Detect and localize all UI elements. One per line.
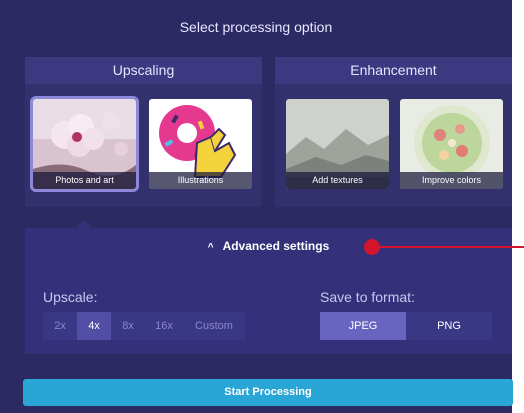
save-format-label: Save to format: xyxy=(320,289,415,305)
chevron-up-icon: ^ xyxy=(207,242,214,253)
format-option-png[interactable]: PNG xyxy=(406,312,492,340)
option-label: Illustrations xyxy=(149,172,252,189)
upscale-factor-selector: 2x 4x 8x 16x Custom xyxy=(43,312,245,340)
upscale-option-8x[interactable]: 8x xyxy=(111,312,145,340)
annotation-marker-line xyxy=(378,246,524,248)
option-label: Add textures xyxy=(286,172,389,189)
enhancement-header: Enhancement xyxy=(275,57,512,84)
processing-dialog: Select processing option Upscaling Photo… xyxy=(0,0,513,413)
start-processing-button[interactable]: Start Processing xyxy=(23,379,513,406)
option-illustrations[interactable]: Illustrations xyxy=(149,99,252,189)
format-option-jpeg[interactable]: JPEG xyxy=(320,312,406,340)
upscaling-header: Upscaling xyxy=(25,57,262,84)
upscale-option-4x[interactable]: 4x xyxy=(77,312,111,340)
advanced-panel-pointer xyxy=(76,220,92,228)
upscale-label: Upscale: xyxy=(43,289,98,305)
option-improve-colors[interactable]: Improve colors xyxy=(400,99,503,189)
option-label: Photos and art xyxy=(33,172,136,189)
enhancement-section: Enhancement Add textures Improve colors xyxy=(275,57,512,207)
advanced-settings-label: Advanced settings xyxy=(222,239,330,253)
option-label: Improve colors xyxy=(400,172,503,189)
save-format-selector: JPEG PNG xyxy=(320,312,492,340)
option-add-textures[interactable]: Add textures xyxy=(286,99,389,189)
upscale-option-16x[interactable]: 16x xyxy=(145,312,183,340)
upscale-option-2x[interactable]: 2x xyxy=(43,312,77,340)
upscale-option-custom[interactable]: Custom xyxy=(183,312,245,340)
dialog-title: Select processing option xyxy=(179,19,333,35)
upscaling-section: Upscaling Photos and art Illustrations xyxy=(25,57,262,207)
option-photos-and-art[interactable]: Photos and art xyxy=(30,96,139,192)
